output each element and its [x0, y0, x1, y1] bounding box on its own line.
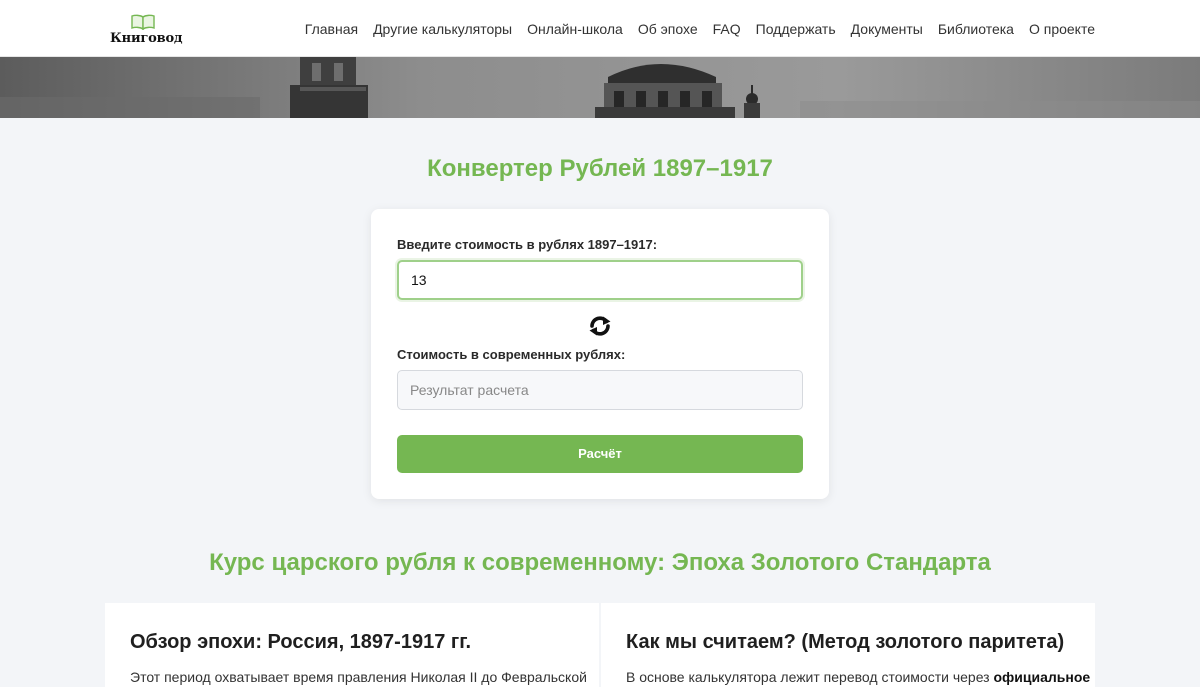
converter-card: Введите стоимость в рублях 1897–1917: Ст… [371, 209, 829, 499]
top-navbar: Книговод Главная Другие калькуляторы Онл… [0, 0, 1200, 57]
input-label: Введите стоимость в рублях 1897–1917: [397, 237, 658, 252]
method-text-normal: В основе калькулятора лежит перевод стои… [626, 669, 994, 685]
nav-support[interactable]: Поддержать [756, 21, 836, 37]
main-nav: Главная Другие калькуляторы Онлайн-школа… [305, 0, 1095, 57]
era-overview-card: Обзор эпохи: Россия, 1897-1917 гг. Этот … [105, 603, 599, 687]
method-text-bold: официальное [993, 669, 1091, 685]
nav-home[interactable]: Главная [305, 21, 358, 37]
nav-library[interactable]: Библиотека [938, 21, 1014, 37]
method-card: Как мы считаем? (Метод золотого паритета… [601, 603, 1095, 687]
info-section-title: Курс царского рубля к современному: Эпох… [209, 549, 991, 576]
calculate-button[interactable]: Расчёт [397, 435, 803, 473]
era-overview-title: Обзор эпохи: Россия, 1897-1917 гг. [130, 631, 472, 653]
nav-about-era[interactable]: Об эпохе [638, 21, 698, 37]
price-1897-input[interactable] [397, 260, 803, 300]
open-book-icon [131, 14, 155, 30]
nav-other-calculators[interactable]: Другие калькуляторы [373, 21, 512, 37]
method-title: Как мы считаем? (Метод золотого паритета… [626, 631, 1065, 653]
refresh-icon[interactable] [586, 312, 614, 340]
result-field[interactable] [397, 370, 803, 410]
era-overview-text: Этот период охватывает время правления Н… [130, 669, 587, 685]
logo-text: Книговод [110, 31, 183, 46]
nav-about-project[interactable]: О проекте [1029, 21, 1095, 37]
nav-documents[interactable]: Документы [851, 21, 923, 37]
converter-title: Конвертер Рублей 1897–1917 [427, 155, 773, 182]
hero-banner-image [0, 57, 1200, 118]
method-text: В основе калькулятора лежит перевод стои… [626, 669, 1090, 685]
result-label: Стоимость в современных рублях: [397, 347, 626, 362]
nav-online-school[interactable]: Онлайн-школа [527, 21, 623, 37]
nav-faq[interactable]: FAQ [713, 21, 741, 37]
site-logo[interactable]: Книговод [110, 14, 183, 46]
